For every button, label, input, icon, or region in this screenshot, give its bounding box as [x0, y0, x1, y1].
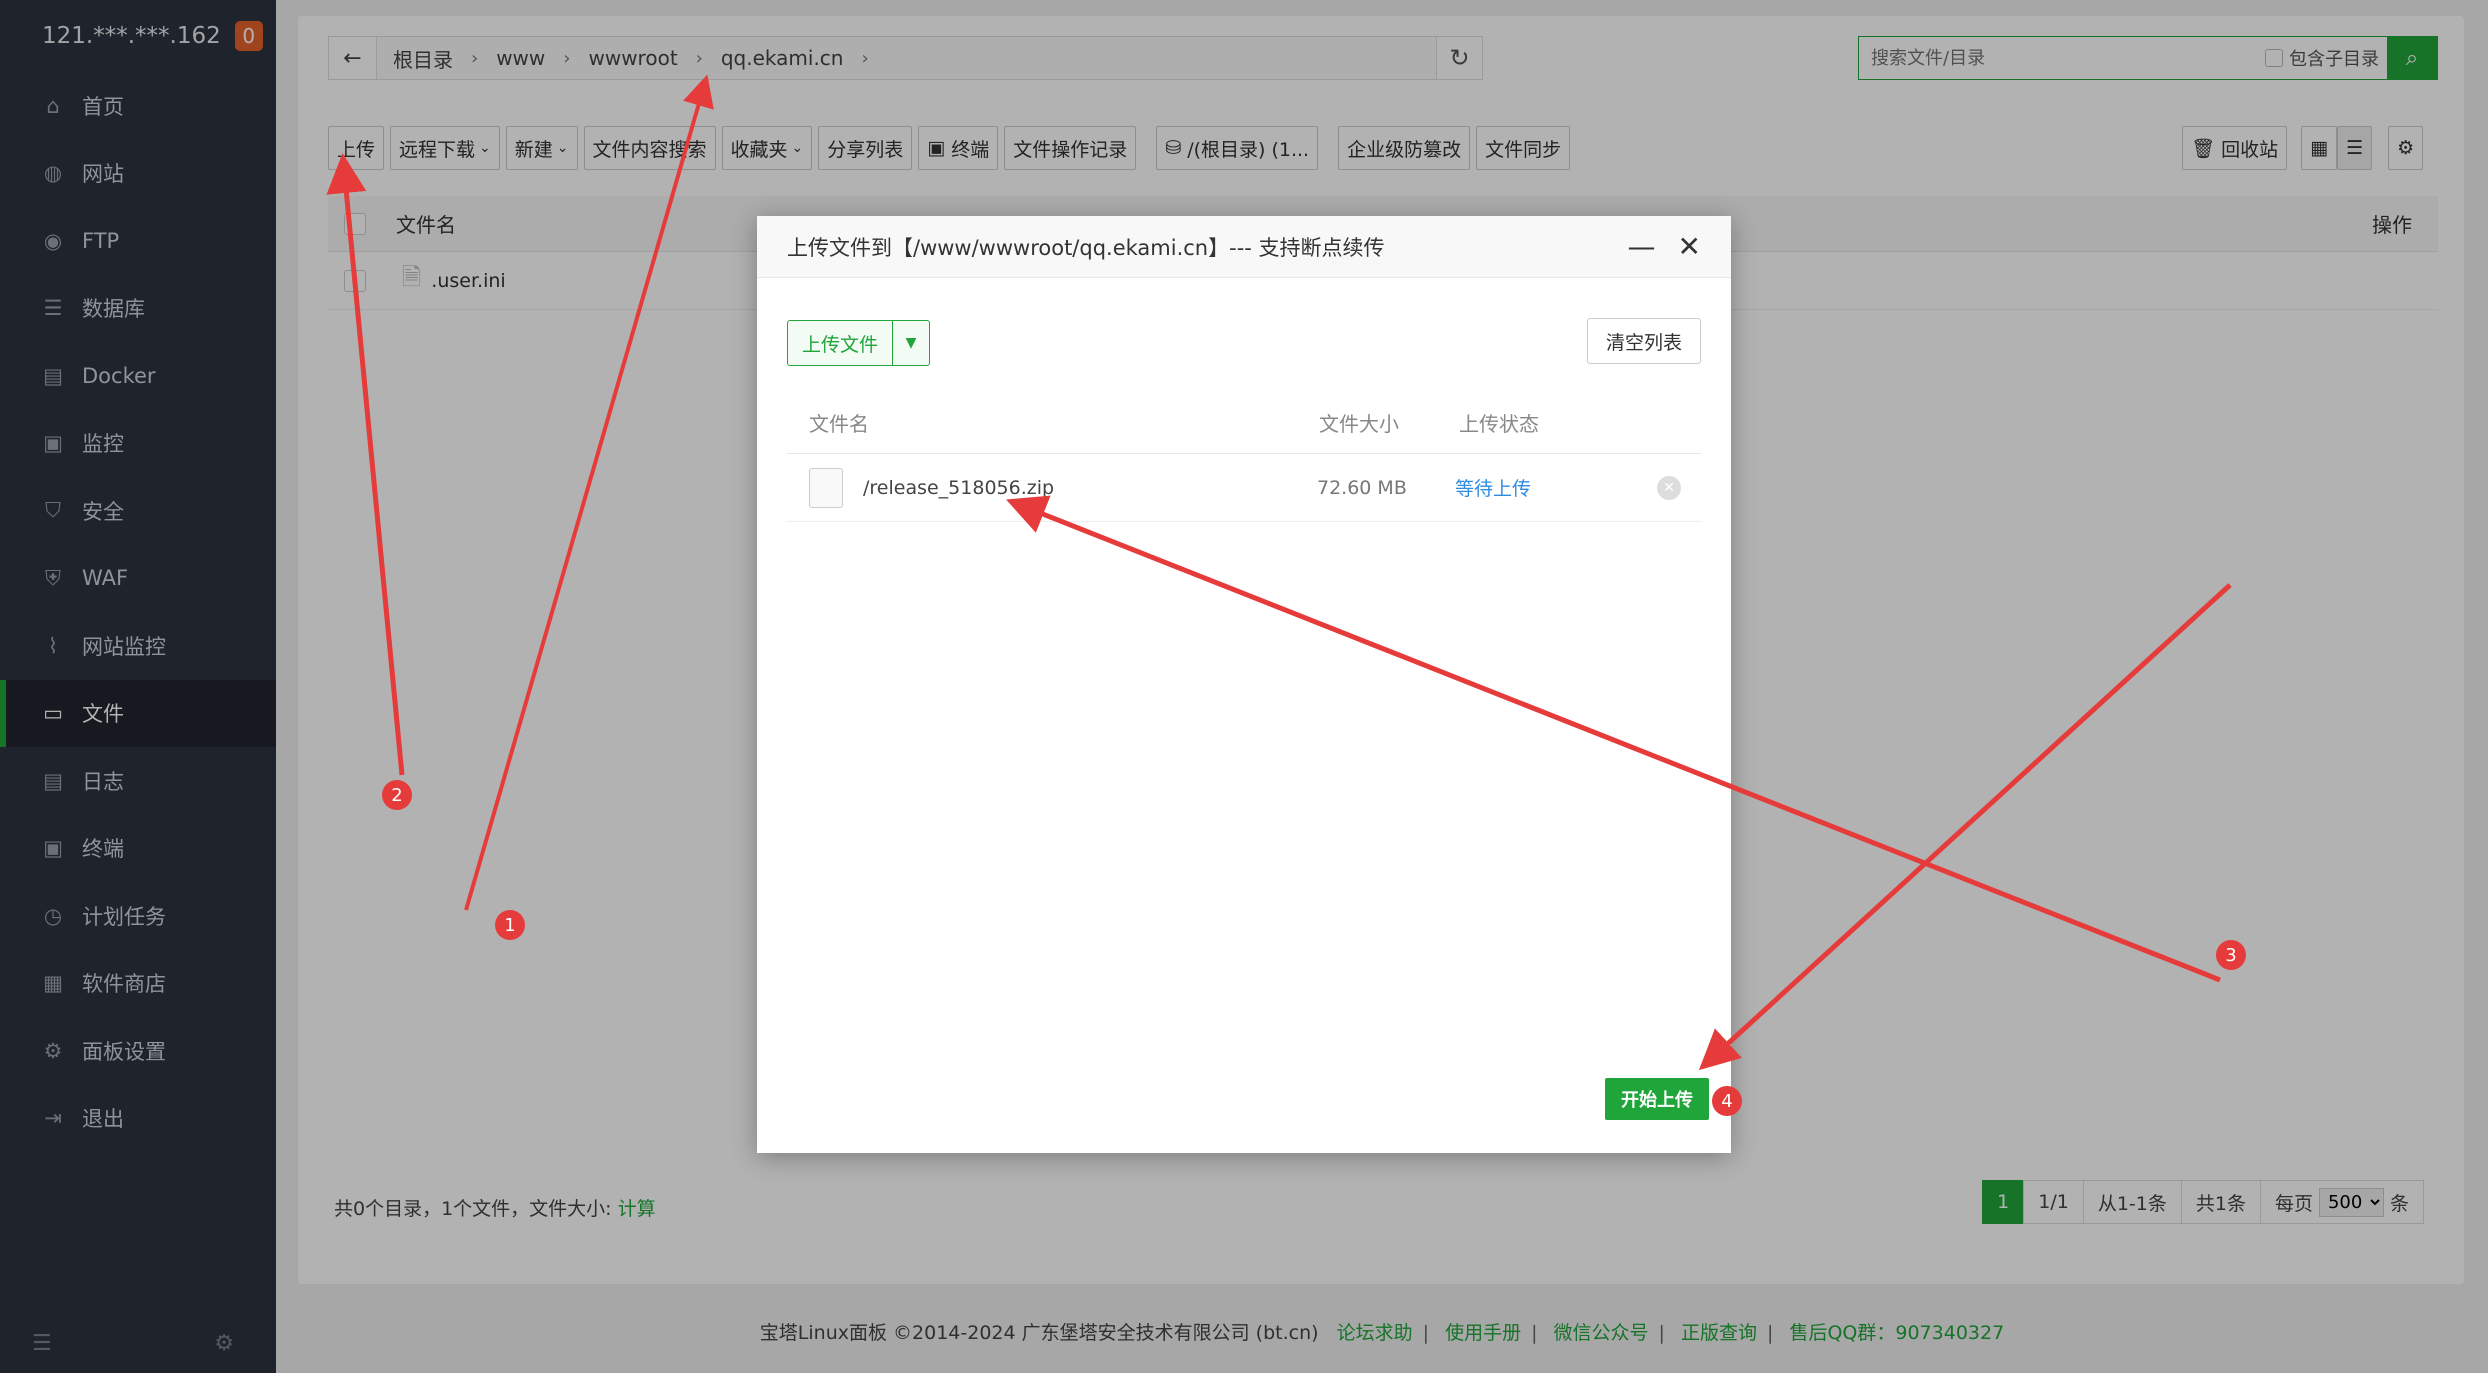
- upload-file-size: 72.60 MB: [1317, 476, 1407, 499]
- upload-list-header: 文件名 文件大小 上传状态: [787, 392, 1701, 454]
- dialog-header: 上传文件到【/www/wwwroot/qq.ekami.cn】--- 支持断点续…: [757, 216, 1731, 278]
- upload-file-name: /release_518056.zip: [863, 476, 1055, 499]
- remove-item-icon[interactable]: ✕: [1657, 475, 1681, 500]
- col-upload-size: 文件大小: [1319, 412, 1399, 436]
- upload-dialog: 上传文件到【/www/wwwroot/qq.ekami.cn】--- 支持断点续…: [757, 216, 1731, 1153]
- dialog-actions: 上传文件 ▼ 清空列表: [787, 318, 1701, 366]
- annotation-marker-1: 1: [495, 910, 525, 940]
- clear-list-button[interactable]: 清空列表: [1586, 318, 1701, 364]
- dialog-title: 上传文件到【/www/wwwroot/qq.ekami.cn】--- 支持断点续…: [787, 235, 1385, 260]
- caret-down-icon[interactable]: ▼: [893, 321, 929, 365]
- minimize-icon[interactable]: —: [1628, 232, 1656, 261]
- annotation-marker-4: 4: [1712, 1086, 1742, 1116]
- upload-list-item: /release_518056.zip 72.60 MB 等待上传 ✕: [787, 454, 1701, 522]
- upload-file-status: 等待上传: [1455, 478, 1532, 500]
- close-icon[interactable]: ✕: [1678, 232, 1701, 261]
- annotation-marker-3: 3: [2216, 940, 2246, 970]
- annotation-marker-2: 2: [382, 780, 412, 810]
- upload-file-button[interactable]: 上传文件: [788, 321, 894, 365]
- upload-file-split-button: 上传文件 ▼: [787, 320, 931, 366]
- zip-file-icon: [809, 467, 843, 508]
- col-upload-status: 上传状态: [1459, 412, 1539, 436]
- col-upload-name: 文件名: [809, 412, 869, 436]
- start-upload-button[interactable]: 开始上传: [1605, 1078, 1709, 1120]
